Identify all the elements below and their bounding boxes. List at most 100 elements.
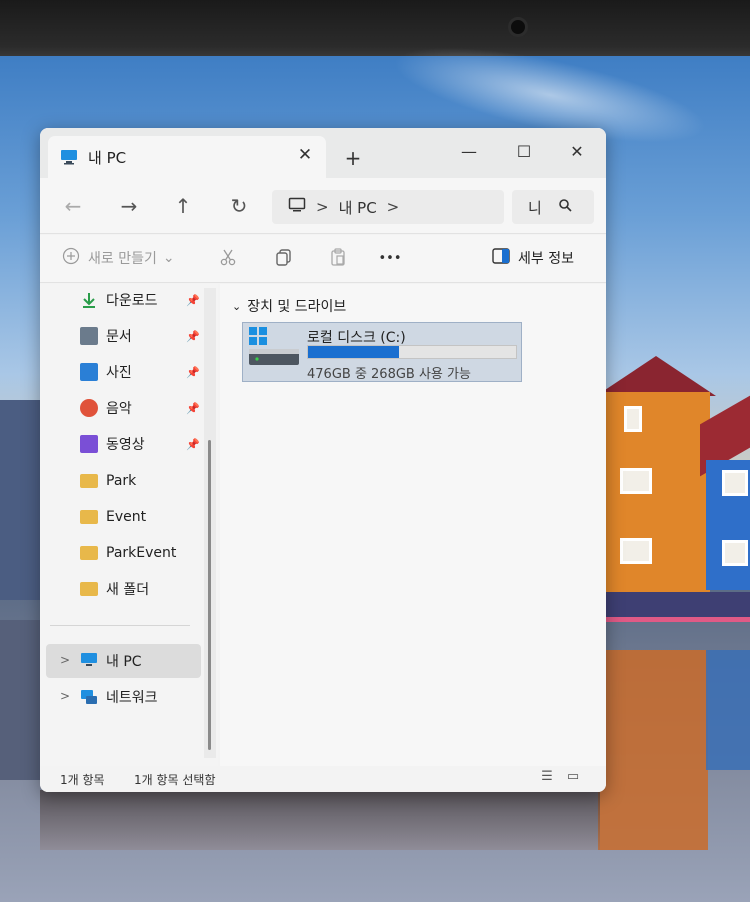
navigation-bar: ← → ↑ ↻ > 내 PC > 니 [40, 178, 606, 234]
monitor-icon [288, 197, 306, 217]
up-button[interactable]: ↑ [168, 192, 198, 220]
breadcrumb-chevron[interactable]: > [387, 198, 400, 216]
wallpaper-boat [604, 592, 750, 622]
copy-icon[interactable] [272, 247, 296, 271]
details-pane-button[interactable]: 세부 정보 [492, 248, 574, 268]
sidebar-item-label: 네트워크 [106, 690, 158, 706]
wallpaper-reflection [706, 650, 750, 770]
sidebar-item-label: 음악 [106, 401, 132, 417]
sidebar-item-network[interactable]: 네트워크 [80, 685, 158, 709]
close-button[interactable]: ✕ [562, 140, 592, 164]
monitor-icon [60, 149, 78, 165]
document-icon [80, 327, 98, 345]
sidebar-item-videos[interactable]: 동영상 [80, 432, 145, 456]
webcam [508, 17, 528, 37]
sidebar-item-folder-new[interactable]: 새 폴더 [80, 577, 149, 601]
sidebar-item-label: 다운로드 [106, 293, 158, 309]
pin-icon: 📌 [186, 438, 200, 451]
paste-icon[interactable] [326, 247, 350, 271]
sidebar-divider [50, 625, 190, 626]
sidebar-item-pictures[interactable]: 사진 [80, 360, 132, 384]
details-pane-label: 세부 정보 [518, 251, 574, 267]
new-button[interactable]: 새로 만들기 ⌄ [62, 247, 175, 269]
details-pane-icon [492, 248, 510, 268]
wallpaper-window [722, 540, 748, 566]
sidebar-item-label: 내 PC [106, 654, 142, 670]
pin-icon: 📌 [186, 330, 200, 343]
sidebar-item-folder-event[interactable]: Event [80, 505, 146, 529]
search-icon [558, 198, 572, 216]
title-bar: 내 PC ✕ + — ☐ ✕ [40, 128, 606, 178]
maximize-button[interactable]: ☐ [509, 140, 539, 164]
videos-icon [80, 435, 98, 453]
breadcrumb-this-pc[interactable]: 내 PC [339, 197, 377, 218]
pin-icon: 📌 [186, 402, 200, 415]
new-tab-button[interactable]: + [340, 146, 366, 170]
folder-icon [80, 474, 98, 488]
status-bar: 1개 항목 1개 항목 선택함 ☰ ▭ [40, 766, 606, 792]
command-bar: 새로 만들기 ⌄ ••• 세부 정보 [40, 235, 606, 283]
sidebar-item-folder-park[interactable]: Park [80, 469, 136, 493]
network-icon [80, 688, 98, 706]
drive-usage-bar [307, 345, 517, 359]
file-list-pane: ⌄ 장치 및 드라이브 로컬 디스크 (C:) 476GB 중 268GB 사용… [220, 284, 606, 766]
tiles-view-icon[interactable]: ▭ [564, 769, 582, 787]
wallpaper-roof-orange [596, 356, 716, 396]
status-selected-count: 1개 항목 선택함 [134, 773, 216, 787]
tab-title: 내 PC [88, 148, 127, 167]
folder-icon [80, 510, 98, 524]
group-header-label: 장치 및 드라이브 [247, 299, 347, 315]
hard-drive-icon [249, 349, 299, 369]
sidebar-item-label: 사진 [106, 365, 132, 381]
wallpaper-reflection [40, 790, 600, 850]
wallpaper-house-left [0, 400, 44, 600]
sidebar-scrollbar[interactable] [204, 288, 216, 758]
cut-icon[interactable] [216, 247, 240, 271]
chevron-down-icon: ⌄ [162, 250, 175, 266]
tab-close-icon[interactable]: ✕ [294, 145, 316, 165]
wallpaper-house-orange [600, 392, 710, 592]
sidebar-item-this-pc[interactable]: 내 PC [80, 649, 142, 673]
pictures-icon [80, 363, 98, 381]
tab-this-pc[interactable]: 내 PC ✕ [48, 136, 326, 178]
back-button[interactable]: ← [58, 192, 88, 220]
refresh-button[interactable]: ↻ [224, 192, 254, 220]
sidebar-item-downloads[interactable]: 다운로드 [80, 288, 158, 312]
drive-free-space: 476GB 중 268GB 사용 가능 [307, 367, 471, 382]
wallpaper-reflection [598, 650, 708, 850]
sidebar-item-label: ParkEvent [106, 545, 177, 561]
sidebar-item-music[interactable]: 음악 [80, 396, 132, 420]
chevron-right-icon[interactable]: > [60, 689, 70, 703]
forward-button[interactable]: → [114, 192, 144, 220]
group-header-devices[interactable]: ⌄ 장치 및 드라이브 [232, 296, 346, 316]
wallpaper-window [722, 470, 748, 496]
pin-icon: 📌 [186, 294, 200, 307]
status-item-count: 1개 항목 [60, 773, 105, 787]
music-icon [80, 399, 98, 417]
sidebar-item-label: 문서 [106, 329, 132, 345]
file-explorer-window: 내 PC ✕ + — ☐ ✕ ← → ↑ ↻ > 내 PC > 니 새로 만들기… [40, 128, 606, 792]
chevron-right-icon[interactable]: > [60, 653, 70, 667]
pin-icon: 📌 [186, 366, 200, 379]
minimize-button[interactable]: — [454, 140, 484, 164]
windows-logo-icon [249, 327, 267, 349]
sidebar-item-folder-parkevent[interactable]: ParkEvent [80, 541, 176, 565]
sidebar-item-label: Park [106, 473, 137, 489]
drive-name: 로컬 디스크 (C:) [307, 330, 406, 346]
details-view-icon[interactable]: ☰ [538, 769, 556, 787]
sidebar-item-documents[interactable]: 문서 [80, 324, 132, 348]
scrollbar-thumb[interactable] [208, 440, 211, 750]
add-circle-icon [62, 247, 80, 269]
address-bar[interactable]: > 내 PC > [272, 190, 504, 224]
navigation-pane: 다운로드 📌 문서 📌 사진 📌 음악 📌 동영상 📌 Park Event P… [40, 284, 218, 766]
drive-tile-c[interactable]: 로컬 디스크 (C:) 476GB 중 268GB 사용 가능 [242, 322, 522, 382]
sidebar-item-label: Event [106, 509, 147, 525]
laptop-bezel [0, 0, 750, 58]
wallpaper-house-blue [706, 460, 750, 590]
wallpaper-window [620, 468, 652, 494]
sidebar-item-label: 새 폴더 [106, 582, 150, 598]
folder-icon [80, 582, 98, 596]
search-box[interactable]: 니 [512, 190, 594, 224]
search-input[interactable]: 니 [528, 197, 542, 218]
more-options-button[interactable]: ••• [378, 247, 402, 271]
